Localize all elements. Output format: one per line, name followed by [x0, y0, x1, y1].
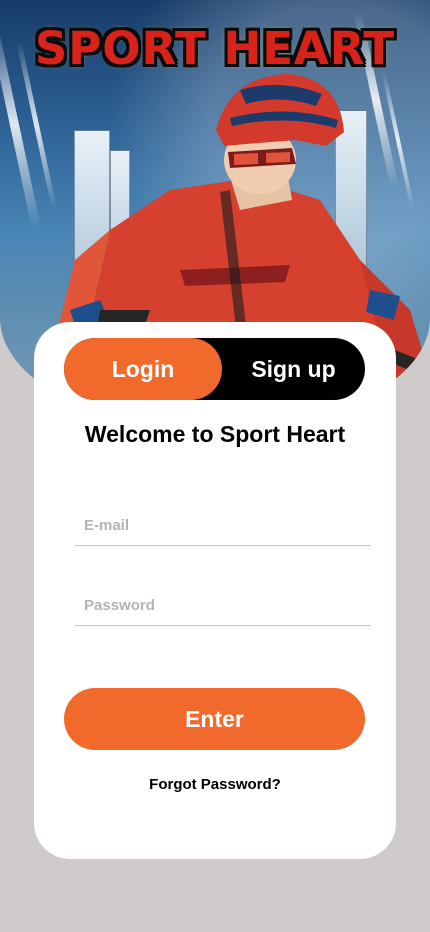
password-field[interactable] — [75, 586, 371, 626]
login-card: Login Sign up Welcome to Sport Heart Ent… — [34, 322, 396, 859]
app-logo: SPORT HEART — [34, 22, 396, 75]
tab-signup[interactable]: Sign up — [222, 338, 365, 400]
auth-mode-toggle: Login Sign up — [64, 338, 365, 400]
forgot-password-link[interactable]: Forgot Password? — [34, 776, 396, 793]
email-field[interactable] — [75, 506, 371, 546]
tab-login[interactable]: Login — [64, 338, 222, 400]
welcome-title: Welcome to Sport Heart — [84, 421, 346, 447]
enter-button[interactable]: Enter — [64, 688, 365, 750]
